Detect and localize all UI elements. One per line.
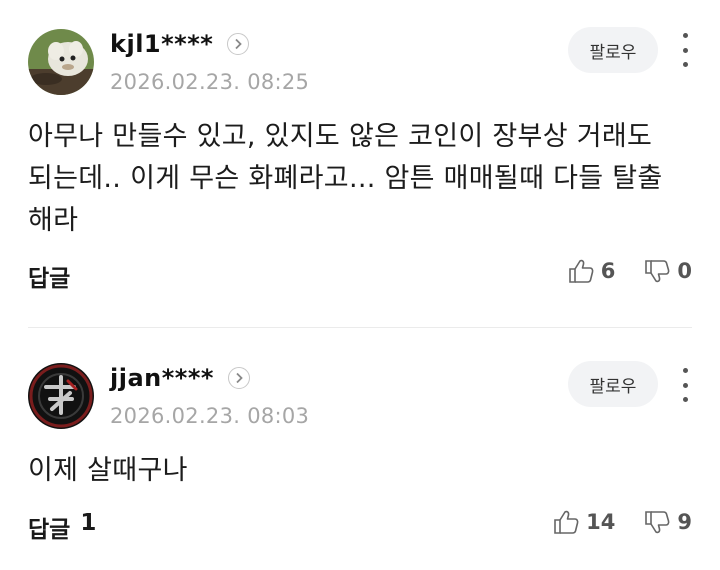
chevron-right-icon[interactable] bbox=[227, 367, 250, 389]
avatar[interactable] bbox=[28, 363, 94, 429]
follow-button[interactable]: 팔로우 bbox=[568, 361, 658, 407]
thumbs-up-icon bbox=[554, 510, 579, 534]
vote-group: 14 9 bbox=[552, 508, 692, 536]
reply-button[interactable]: 답글 bbox=[28, 259, 80, 293]
reply-count: 1 bbox=[80, 510, 97, 536]
dislike-button[interactable]: 9 bbox=[643, 508, 692, 536]
divider bbox=[28, 327, 692, 328]
reply-label: 답글 bbox=[28, 266, 71, 292]
reply-label: 답글 bbox=[28, 517, 71, 543]
like-button[interactable]: 14 bbox=[552, 508, 615, 536]
reply-button[interactable]: 답글 1 bbox=[28, 510, 96, 544]
dislike-count: 0 bbox=[677, 259, 692, 283]
nickname[interactable]: jjan**** bbox=[110, 364, 214, 392]
calligraphy-emblem-avatar-icon bbox=[28, 363, 94, 429]
like-count: 6 bbox=[600, 259, 616, 283]
dislike-button[interactable]: 0 bbox=[643, 257, 692, 285]
thumbs-down-icon bbox=[645, 260, 670, 283]
comment-list: kjl1**** 2026.02.23. 08:25 팔로우 아무나 만들수 있… bbox=[0, 0, 720, 570]
comment-text: 이제 살때구나 bbox=[28, 455, 188, 486]
comment-item: jjan**** 2026.02.23. 08:03 팔로우 이제 살때구나 답… bbox=[0, 0, 720, 543]
timestamp: 2026.02.23. 08:03 bbox=[110, 404, 310, 428]
like-count: 14 bbox=[586, 510, 616, 534]
like-button[interactable]: 6 bbox=[567, 257, 616, 285]
thumbs-down-icon bbox=[645, 511, 670, 534]
more-vertical-icon[interactable] bbox=[678, 368, 692, 402]
vote-group: 6 0 bbox=[567, 257, 692, 285]
dislike-count: 9 bbox=[677, 510, 692, 534]
thumbs-up-icon bbox=[568, 259, 594, 283]
